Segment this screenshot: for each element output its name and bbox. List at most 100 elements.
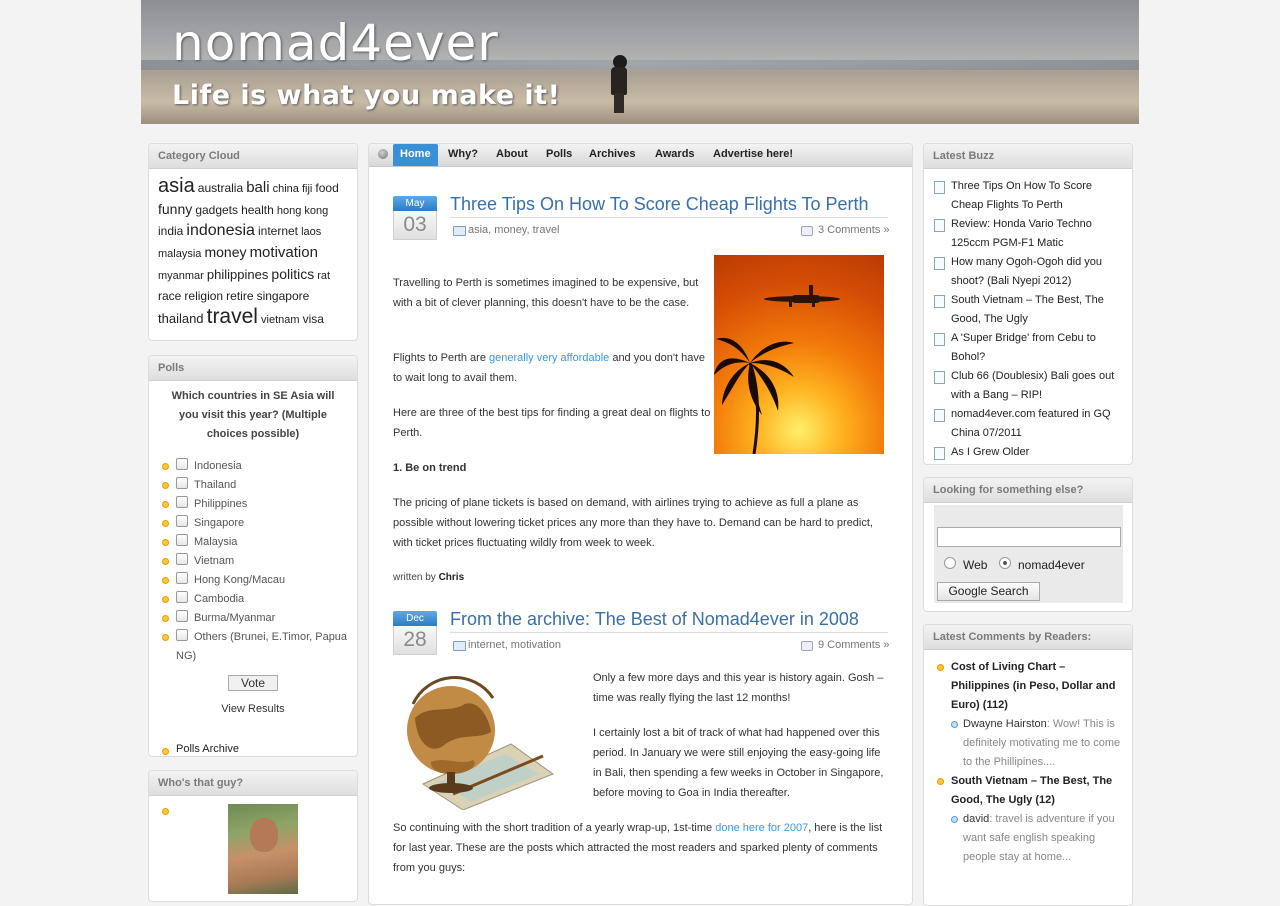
- comment-count[interactable]: 112: [986, 699, 1004, 711]
- radio-site[interactable]: [999, 557, 1011, 569]
- buzz-item[interactable]: As I Grew Older: [934, 443, 1124, 462]
- tag-link[interactable]: singapore: [257, 289, 310, 303]
- tag-link[interactable]: bali: [246, 179, 269, 196]
- buzz-item[interactable]: How many Ogoh-Ogoh did you shoot? (Bali …: [934, 253, 1124, 291]
- nav-home[interactable]: Home: [393, 144, 438, 166]
- avatar[interactable]: [228, 804, 298, 894]
- buzz-item[interactable]: Three Tips On How To Score Cheap Flights…: [934, 177, 1124, 215]
- polls-archive-label[interactable]: Polls Archive: [176, 743, 239, 755]
- buzz-item-label[interactable]: As I Grew Older: [951, 446, 1029, 458]
- poll-option: Philippines: [162, 495, 357, 514]
- buzz-item[interactable]: Club 66 (Doublesix) Bali goes out with a…: [934, 367, 1124, 405]
- buzz-item-label[interactable]: Review: Honda Vario Techno 125ccm PGM-F1…: [951, 218, 1092, 249]
- post-author[interactable]: Chris: [439, 572, 465, 583]
- tag-link[interactable]: funny: [158, 201, 192, 217]
- nav-why[interactable]: Why?: [448, 144, 478, 166]
- radio-site-label: nomad4ever: [1018, 558, 1085, 572]
- nav-awards[interactable]: Awards: [655, 144, 695, 166]
- tag-link[interactable]: internet: [258, 224, 298, 238]
- tag-link[interactable]: travel: [207, 305, 258, 328]
- tag-link[interactable]: australia: [198, 181, 243, 195]
- post-categories[interactable]: internet, motivation: [468, 639, 561, 651]
- search-input[interactable]: [937, 527, 1121, 547]
- tag-link[interactable]: motivation: [250, 244, 318, 261]
- tag-link[interactable]: thailand: [158, 311, 204, 326]
- google-search-button[interactable]: Google Search: [937, 582, 1040, 601]
- poll-checkbox[interactable]: [176, 496, 188, 508]
- tag-link[interactable]: rat: [317, 270, 330, 282]
- buzz-item-label[interactable]: A 'Super Bridge' from Cebu to Bohol?: [951, 332, 1096, 363]
- tag-link[interactable]: myanmar: [158, 270, 204, 282]
- buzz-item-label[interactable]: South Vietnam – The Best, The Good, The …: [951, 294, 1104, 325]
- buzz-item[interactable]: nomad4ever.com featured in GQ China 07/2…: [934, 405, 1124, 443]
- nav-archives[interactable]: Archives: [589, 144, 635, 166]
- post-title[interactable]: From the archive: The Best of Nomad4ever…: [450, 609, 859, 630]
- poll-checkbox[interactable]: [176, 458, 188, 470]
- comment-author[interactable]: Dwayne Hairston: [963, 718, 1047, 730]
- comment-post-title[interactable]: Cost of Living Chart – Philippines (in P…: [951, 661, 1115, 711]
- comment-post-title[interactable]: South Vietnam – The Best, The Good, The …: [951, 775, 1112, 806]
- main-content: Home Why? About Polls Archives Awards Ad…: [368, 143, 913, 905]
- nav-advertise[interactable]: Advertise here!: [713, 144, 793, 166]
- folder-icon: [453, 641, 466, 651]
- tag-link[interactable]: food: [315, 181, 338, 195]
- poll-option: Singapore: [162, 514, 357, 533]
- post-inline-link[interactable]: done here for 2007: [715, 822, 808, 834]
- post-categories[interactable]: asia, money, travel: [468, 224, 560, 236]
- view-results-link[interactable]: View Results: [149, 703, 357, 715]
- tag-link[interactable]: philippines: [207, 267, 268, 282]
- tag-link[interactable]: asia: [158, 175, 195, 197]
- header-silhouette: [606, 55, 632, 115]
- poll-checkbox[interactable]: [176, 610, 188, 622]
- buzz-item-label[interactable]: Three Tips On How To Score Cheap Flights…: [951, 180, 1092, 211]
- tag-link[interactable]: race: [158, 289, 181, 303]
- poll-checkbox[interactable]: [176, 553, 188, 565]
- post-comments-link[interactable]: 3 Comments »: [818, 224, 890, 236]
- buzz-item[interactable]: A 'Super Bridge' from Cebu to Bohol?: [934, 329, 1124, 367]
- document-icon: [934, 333, 945, 346]
- tag-link[interactable]: fiji: [302, 183, 312, 195]
- comment-author[interactable]: david: [963, 813, 989, 825]
- poll-option-label: Cambodia: [194, 593, 245, 605]
- buzz-item[interactable]: Review: Honda Vario Techno 125ccm PGM-F1…: [934, 215, 1124, 253]
- vote-button[interactable]: Vote: [228, 675, 278, 691]
- poll-checkbox[interactable]: [176, 629, 188, 641]
- post-inline-link[interactable]: generally very affordable: [489, 352, 609, 364]
- buzz-item-label[interactable]: Club 66 (Doublesix) Bali goes out with a…: [951, 370, 1114, 401]
- tag-link[interactable]: money: [204, 244, 246, 260]
- site-title[interactable]: nomad4ever: [172, 14, 499, 72]
- tag-link[interactable]: retire: [226, 289, 253, 303]
- tag-link[interactable]: visa: [303, 312, 324, 326]
- radio-web[interactable]: [944, 557, 956, 569]
- tag-link[interactable]: vietnam: [261, 314, 300, 326]
- tag-link[interactable]: malaysia: [158, 248, 201, 260]
- nav-polls[interactable]: Polls: [546, 144, 572, 166]
- tag-link[interactable]: hong kong: [277, 205, 328, 217]
- poll-checkbox[interactable]: [176, 534, 188, 546]
- tag-link[interactable]: india: [158, 224, 183, 238]
- latest-buzz-widget: Latest Buzz Three Tips On How To Score C…: [923, 143, 1133, 465]
- post-title[interactable]: Three Tips On How To Score Cheap Flights…: [450, 194, 869, 215]
- poll-checkbox[interactable]: [176, 572, 188, 584]
- poll-checkbox[interactable]: [176, 591, 188, 603]
- tag-link[interactable]: politics: [271, 266, 314, 282]
- tag-link[interactable]: gadgets: [195, 203, 238, 217]
- nav-about[interactable]: About: [496, 144, 528, 166]
- comment-count[interactable]: 12: [1039, 794, 1051, 806]
- tag-link[interactable]: laos: [301, 226, 321, 238]
- post-comments-link[interactable]: 9 Comments »: [818, 639, 890, 651]
- buzz-item-label[interactable]: How many Ogoh-Ogoh did you shoot? (Bali …: [951, 256, 1102, 287]
- widget-title: Looking for something else?: [924, 478, 1132, 503]
- buzz-item-label[interactable]: nomad4ever.com featured in GQ China 07/2…: [951, 408, 1111, 439]
- tag-link[interactable]: health: [241, 203, 274, 217]
- poll-checkbox[interactable]: [176, 477, 188, 489]
- tag-link[interactable]: religion: [184, 289, 223, 303]
- poll-checkbox[interactable]: [176, 515, 188, 527]
- tag-link[interactable]: china: [273, 183, 299, 195]
- polls-archive-link[interactable]: Polls Archive: [162, 742, 357, 756]
- poll-option-label: Thailand: [194, 479, 237, 491]
- poll-option-label: Indonesia: [194, 460, 242, 472]
- bullet-icon: [162, 748, 169, 755]
- tag-link[interactable]: indonesia: [186, 222, 255, 239]
- buzz-item[interactable]: South Vietnam – The Best, The Good, The …: [934, 291, 1124, 329]
